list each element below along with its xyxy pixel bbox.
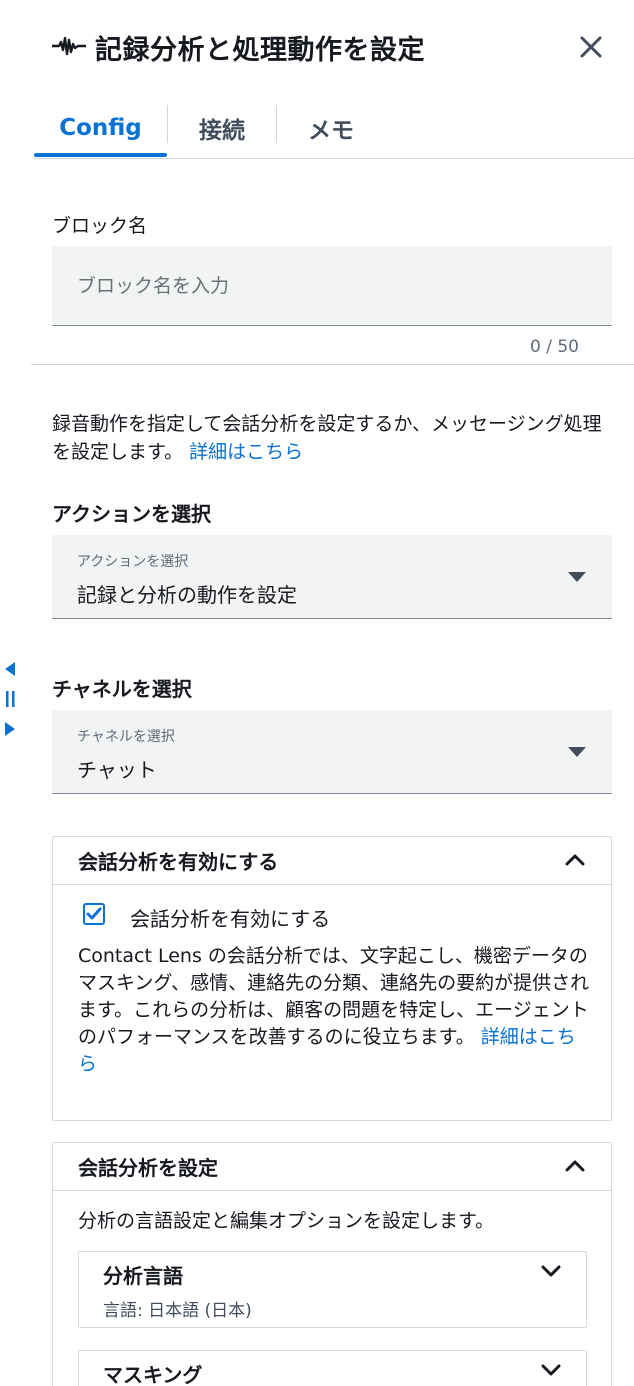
tab-memo[interactable]: メモ <box>277 100 385 156</box>
section-title: 会話分析を設定 <box>78 1156 218 1180</box>
channel-select-value: チャット <box>77 758 157 782</box>
close-icon[interactable] <box>574 30 608 64</box>
channel-heading: チャネルを選択 <box>52 677 192 701</box>
configure-analytics-header[interactable]: 会話分析を設定 <box>53 1143 611 1191</box>
channel-select-label: チャネルを選択 <box>77 729 175 745</box>
waveform-icon <box>52 36 86 56</box>
configure-recording-panel: 記録分析と処理動作を設定 Config 接続 メモ ブロック名 0 / 50 録… <box>0 0 634 1386</box>
masking-subsection[interactable]: マスキング <box>78 1350 587 1386</box>
action-heading: アクションを選択 <box>52 502 211 526</box>
panel-title: 記録分析と処理動作を設定 <box>95 35 425 66</box>
description-text: 録音動作を指定して会話分析を設定するか、メッセージング処理を設定します。 詳細は… <box>52 410 612 466</box>
enable-analytics-header[interactable]: 会話分析を有効にする <box>53 837 611 885</box>
action-select-label: アクションを選択 <box>77 554 189 570</box>
chevron-down-icon <box>541 1265 561 1277</box>
chevron-down-icon <box>541 1364 561 1376</box>
tab-config[interactable]: Config <box>34 100 167 156</box>
action-select-value: 記録と分析の動作を設定 <box>77 583 297 607</box>
tabs-divider <box>34 158 634 159</box>
analytics-description: Contact Lens の会話分析では、文字起こし、機密データのマスキング、感… <box>78 943 593 1078</box>
caret-down-icon <box>568 747 586 757</box>
learn-more-link[interactable]: 詳細はこちら <box>189 441 303 463</box>
section-divider <box>31 364 634 365</box>
language-value: 言語: 日本語 (日本) <box>103 1301 252 1321</box>
checkmark-icon <box>86 907 102 920</box>
section-title: 会話分析を有効にする <box>78 850 279 874</box>
block-name-label: ブロック名 <box>52 215 148 237</box>
resize-handle-icon[interactable] <box>3 660 19 740</box>
action-select[interactable]: アクションを選択 記録と分析の動作を設定 <box>52 535 612 619</box>
configure-analytics-section: 会話分析を設定 分析の言語設定と編集オプションを設定します。 分析言語 言語: … <box>52 1142 612 1386</box>
enable-analytics-checkbox[interactable] <box>83 903 105 925</box>
character-counter: 0 / 50 <box>530 337 579 357</box>
tab-connect[interactable]: 接続 <box>168 100 276 156</box>
checkbox-label: 会話分析を有効にする <box>130 907 331 931</box>
caret-down-icon <box>568 572 586 582</box>
description-body: 録音動作を指定して会話分析を設定するか、メッセージング処理を設定します。 <box>52 413 602 463</box>
chevron-up-icon <box>565 854 585 866</box>
tab-bar: Config 接続 メモ <box>34 100 634 158</box>
analysis-language-subsection[interactable]: 分析言語 言語: 日本語 (日本) <box>78 1251 587 1328</box>
subsection-title: 分析言語 <box>103 1264 183 1288</box>
active-tab-indicator <box>34 153 167 157</box>
enable-analytics-section: 会話分析を有効にする 会話分析を有効にする Contact Lens の会話分析… <box>52 836 612 1121</box>
chevron-up-icon <box>565 1160 585 1172</box>
configure-description: 分析の言語設定と編集オプションを設定します。 <box>78 1210 495 1232</box>
subsection-title: マスキング <box>103 1363 203 1386</box>
block-name-input[interactable] <box>52 246 612 326</box>
channel-select[interactable]: チャネルを選択 チャット <box>52 710 612 794</box>
